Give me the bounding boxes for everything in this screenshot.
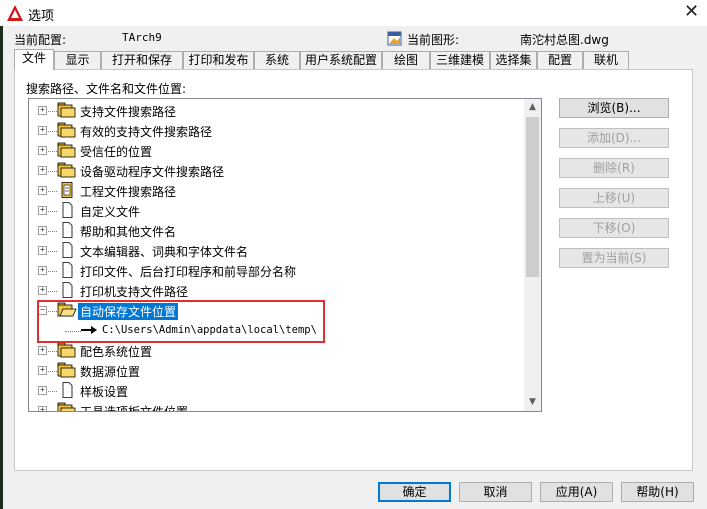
section-label: 搜索路径、文件名和文件位置:	[26, 82, 187, 96]
folder-icon	[57, 162, 76, 178]
expand-icon[interactable]: +	[38, 386, 47, 395]
tree-item-customization-files[interactable]: + 自定义文件	[29, 201, 525, 221]
tree-item-label: 帮助和其他文件名	[80, 225, 177, 239]
expand-icon[interactable]: +	[38, 146, 47, 155]
tab-display[interactable]: 显示	[54, 51, 101, 69]
document-icon	[62, 242, 73, 258]
folder-icon	[57, 362, 76, 378]
tree-item-label: 数据源位置	[80, 365, 141, 379]
tab-drafting[interactable]: 绘图	[382, 51, 430, 69]
tab-plot-publish[interactable]: 打印和发布	[183, 51, 254, 69]
tree-item-label: 工具选项板文件位置	[80, 405, 189, 412]
tree-item-label: 支持文件搜索路径	[80, 105, 177, 119]
expand-icon[interactable]: +	[38, 366, 47, 375]
ok-button[interactable]: 确定	[378, 482, 451, 502]
tree-item-label: 工程文件搜索路径	[80, 185, 177, 199]
window-title: 选项	[28, 9, 55, 24]
apply-button[interactable]: 应用(A)	[540, 482, 613, 502]
current-profile-label: 当前配置:	[14, 33, 67, 47]
document-icon	[62, 382, 73, 398]
folder-icon	[57, 342, 76, 358]
tree-item-label: 有效的支持文件搜索路径	[80, 125, 213, 139]
title-bar	[0, 0, 707, 26]
expand-icon[interactable]: +	[38, 166, 47, 175]
document-icon	[62, 202, 73, 218]
tree-item-label: 受信任的位置	[80, 145, 153, 159]
document-icon	[62, 222, 73, 238]
expand-icon[interactable]: +	[38, 406, 47, 411]
add-button[interactable]: 添加(D)...	[559, 128, 669, 148]
tab-3d-modeling[interactable]: 三维建模	[430, 51, 490, 69]
scroll-thumb[interactable]	[526, 117, 539, 277]
folder-icon	[57, 122, 76, 138]
tree-item-help-file-names[interactable]: + 帮助和其他文件名	[29, 221, 525, 241]
tree-item-label: 打印文件、后台打印程序和前导部分名称	[80, 265, 297, 279]
expand-icon[interactable]: +	[38, 206, 47, 215]
folder-icon	[57, 102, 76, 118]
scroll-up-arrow-icon[interactable]: ▲	[524, 99, 541, 116]
expand-icon[interactable]: +	[38, 266, 47, 275]
browse-button[interactable]: 浏览(B)...	[559, 98, 669, 118]
scroll-down-arrow-icon[interactable]: ▼	[524, 394, 541, 411]
tree-item-printer-support-path[interactable]: + 打印机支持文件路径	[29, 281, 525, 301]
help-button[interactable]: 帮助(H)	[621, 482, 694, 502]
tree-item-label: 打印机支持文件路径	[80, 285, 189, 299]
tree-item-project-files-path[interactable]: + 工程文件搜索路径	[29, 181, 525, 201]
tree-item-text-editor-files[interactable]: + 文本编辑器、词典和字体文件名	[29, 241, 525, 261]
tree-item-label: 文本编辑器、词典和字体文件名	[80, 245, 249, 259]
tree-item-data-sources-location[interactable]: + 数据源位置	[29, 361, 525, 381]
tree-vertical-scrollbar[interactable]: ▲ ▼	[524, 99, 541, 411]
current-drawing-value: 南沱村总图.dwg	[520, 33, 609, 47]
move-down-button[interactable]: 下移(O)	[559, 218, 669, 238]
folder-icon	[57, 142, 76, 158]
close-button[interactable]: ✕	[676, 0, 707, 26]
drawing-file-icon	[387, 31, 402, 46]
tab-files[interactable]: 文件	[14, 49, 54, 70]
cancel-button[interactable]: 取消	[459, 482, 532, 502]
expand-icon[interactable]: +	[38, 226, 47, 235]
tab-open-save[interactable]: 打开和保存	[101, 51, 183, 69]
autocad-logo-icon	[7, 5, 23, 21]
expand-icon[interactable]: +	[38, 106, 47, 115]
document-icon	[62, 282, 73, 298]
tab-user-preferences[interactable]: 用户系统配置	[300, 51, 382, 69]
tab-profiles[interactable]: 配置	[537, 51, 583, 69]
tab-strip: 文件 显示 打开和保存 打印和发布 系统 用户系统配置 绘图 三维建模 选择集 …	[14, 49, 704, 70]
tab-selection[interactable]: 选择集	[490, 51, 537, 69]
current-drawing-label: 当前图形:	[407, 33, 460, 47]
tree-item-working-support-file-search-path[interactable]: + 有效的支持文件搜索路径	[29, 121, 525, 141]
file-locations-tree[interactable]: + 支持文件搜索路径 + 有效的支持文件搜索路径 + 受信任的位置 + 设备驱动…	[28, 98, 542, 412]
tree-item-label: 样板设置	[80, 385, 129, 399]
remove-button[interactable]: 删除(R)	[559, 158, 669, 178]
tree-item-label: 设备驱动程序文件搜索路径	[80, 165, 225, 179]
tree-item-device-driver-path[interactable]: + 设备驱动程序文件搜索路径	[29, 161, 525, 181]
current-profile-value: TArch9	[122, 31, 162, 44]
move-up-button[interactable]: 上移(U)	[559, 188, 669, 208]
folder-icon	[57, 402, 76, 411]
annotation-highlight-box	[37, 300, 325, 343]
tree-item-trusted-locations[interactable]: + 受信任的位置	[29, 141, 525, 161]
expand-icon[interactable]: +	[38, 126, 47, 135]
tree-item-support-file-search-path[interactable]: + 支持文件搜索路径	[29, 101, 525, 121]
tab-system[interactable]: 系统	[254, 51, 300, 69]
expand-icon[interactable]: +	[38, 346, 47, 355]
tree-item-label: 配色系统位置	[80, 345, 153, 359]
tree-item-tool-palettes-location[interactable]: + 工具选项板文件位置	[29, 401, 525, 412]
set-current-button[interactable]: 置为当前(S)	[559, 248, 669, 268]
expand-icon[interactable]: +	[38, 186, 47, 195]
tree-item-print-file-names[interactable]: + 打印文件、后台打印程序和前导部分名称	[29, 261, 525, 281]
expand-icon[interactable]: +	[38, 286, 47, 295]
tree-item-template-settings[interactable]: + 样板设置	[29, 381, 525, 401]
tree-item-color-book-locations[interactable]: + 配色系统位置	[29, 341, 525, 361]
background-edge	[0, 26, 3, 509]
tab-online[interactable]: 联机	[583, 51, 629, 69]
expand-icon[interactable]: +	[38, 246, 47, 255]
tree-item-label: 自定义文件	[80, 205, 141, 219]
project-file-icon	[61, 182, 73, 198]
document-icon	[62, 262, 73, 278]
